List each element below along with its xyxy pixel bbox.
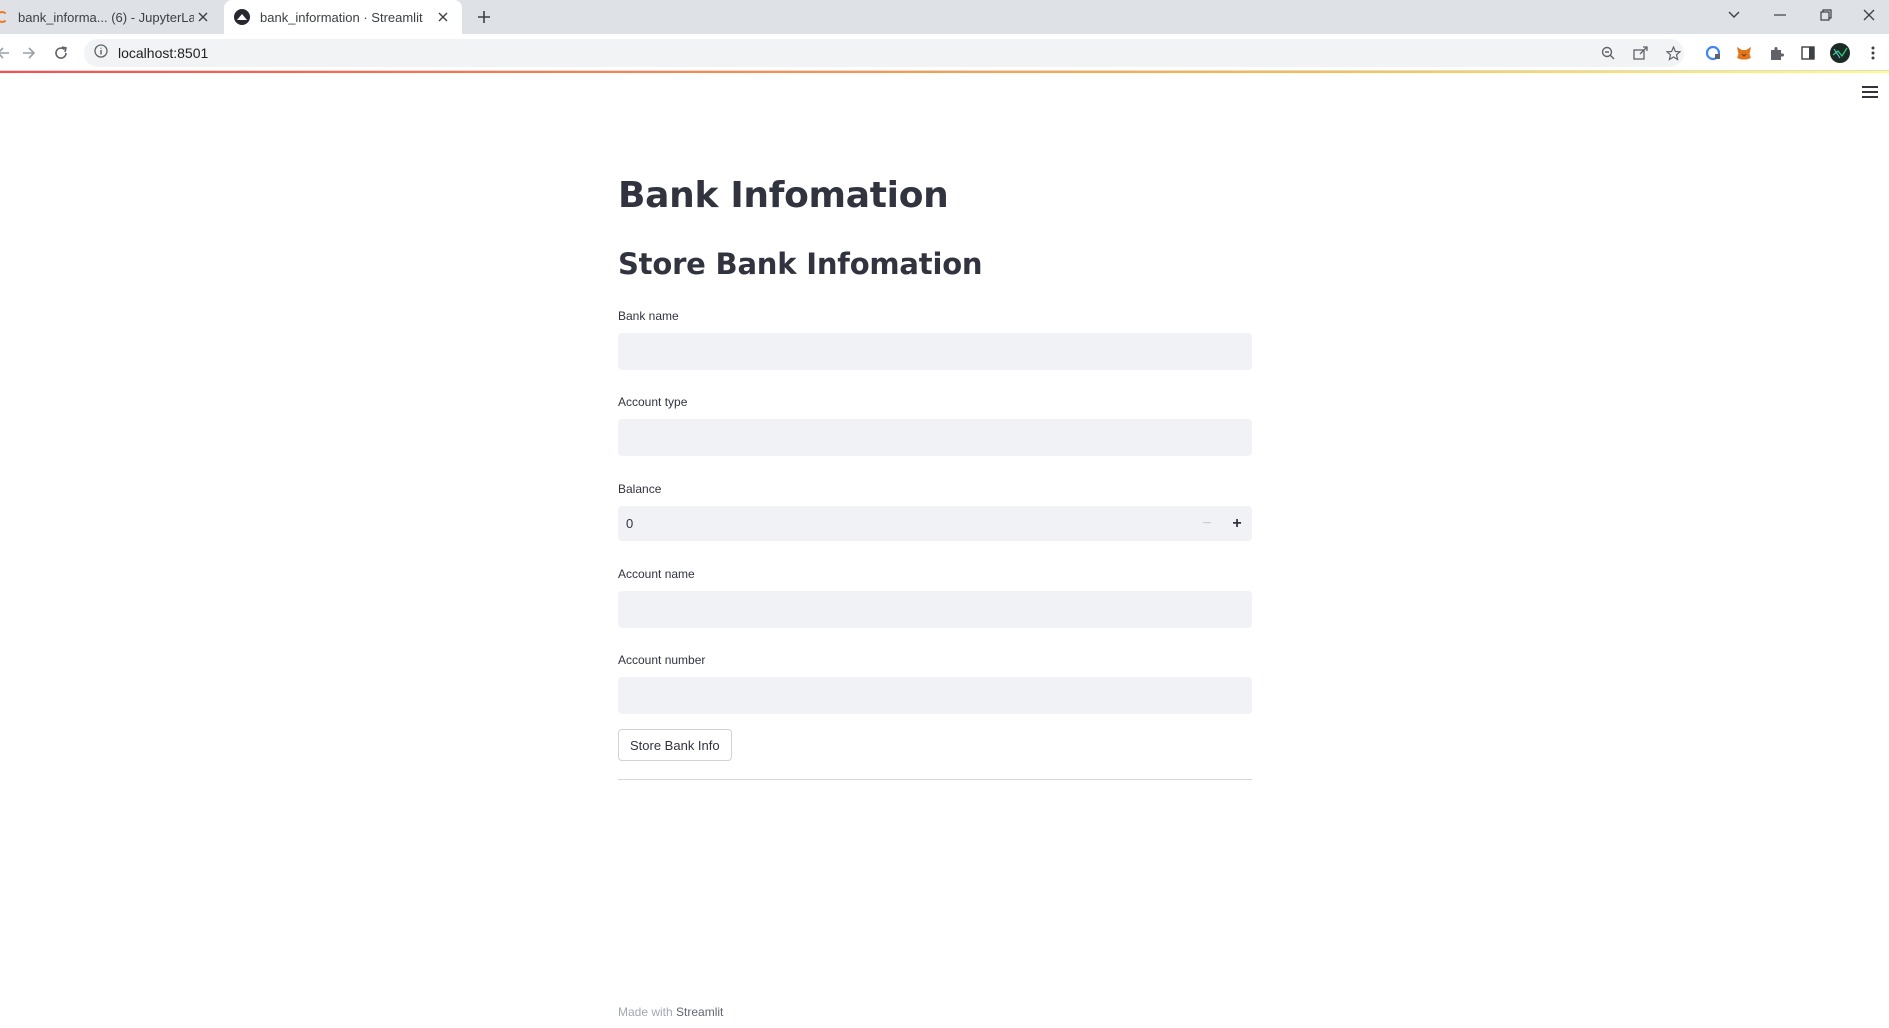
balance-stepper: − + <box>618 506 1252 541</box>
bank-name-input[interactable] <box>618 333 1252 370</box>
browser-tab-bar: bank_informa... (6) - JupyterLab bank_in… <box>0 0 1889 34</box>
side-panel-icon[interactable] <box>1797 42 1819 64</box>
decrement-icon[interactable]: − <box>1192 506 1222 541</box>
account-name-field: Account name <box>618 565 1252 628</box>
bank-name-label: Bank name <box>618 309 679 323</box>
profile-avatar-icon[interactable] <box>1829 42 1851 64</box>
page-subtitle: Store Bank Infomation <box>618 247 983 281</box>
header-decoration <box>0 71 1889 73</box>
account-name-label: Account name <box>618 567 695 581</box>
url-text: localhost:8501 <box>118 45 209 61</box>
tab-title: bank_informa... (6) - JupyterLab <box>18 9 194 25</box>
extension-c-icon[interactable] <box>1702 42 1724 64</box>
main-content: Bank Infomation Store Bank Infomation Ba… <box>618 170 1252 761</box>
streamlit-icon <box>234 9 250 25</box>
new-tab-icon[interactable] <box>474 7 494 27</box>
share-icon[interactable] <box>1630 42 1652 64</box>
tab-streamlit[interactable]: bank_information · Streamlit <box>224 0 462 34</box>
store-bank-info-button[interactable]: Store Bank Info <box>618 729 732 761</box>
tab-jupyterlab[interactable]: bank_informa... (6) - JupyterLab <box>0 0 222 34</box>
footer-streamlit-link[interactable]: Streamlit <box>676 1005 723 1019</box>
close-icon[interactable] <box>194 8 212 26</box>
account-number-label: Account number <box>618 653 706 667</box>
account-type-label: Account type <box>618 395 688 409</box>
close-icon[interactable] <box>434 8 452 26</box>
divider <box>618 779 1252 780</box>
zoom-icon[interactable] <box>1597 42 1619 64</box>
minimize-icon[interactable] <box>1760 0 1800 30</box>
forward-icon[interactable] <box>18 42 40 64</box>
window-close-icon[interactable] <box>1849 0 1889 30</box>
footer-prefix: Made with <box>618 1005 673 1019</box>
balance-input[interactable] <box>618 506 1192 541</box>
bank-name-field: Bank name <box>618 307 1252 370</box>
info-icon[interactable] <box>94 43 108 63</box>
restore-icon[interactable] <box>1806 0 1846 30</box>
tab-title: bank_information · Streamlit <box>260 9 423 25</box>
account-type-input[interactable] <box>618 419 1252 456</box>
back-icon[interactable] <box>0 42 14 64</box>
account-number-input[interactable] <box>618 677 1252 714</box>
account-name-input[interactable] <box>618 591 1252 628</box>
reload-icon[interactable] <box>50 42 72 64</box>
more-menu-icon[interactable] <box>1862 42 1884 64</box>
browser-toolbar: localhost:8501 <box>0 34 1889 71</box>
balance-label: Balance <box>618 482 662 496</box>
address-bar[interactable]: localhost:8501 <box>84 39 1684 67</box>
account-type-field: Account type <box>618 393 1252 456</box>
balance-field: Balance − + <box>618 480 1252 541</box>
bookmark-star-icon[interactable] <box>1662 42 1684 64</box>
page-title: Bank Infomation <box>618 175 949 216</box>
extensions-puzzle-icon[interactable] <box>1765 42 1787 64</box>
increment-icon[interactable]: + <box>1222 506 1252 541</box>
hamburger-menu-icon[interactable] <box>1862 86 1878 100</box>
footer: Made with Streamlit <box>618 1005 723 1019</box>
account-number-field: Account number <box>618 651 1252 714</box>
jupyter-icon <box>0 11 8 23</box>
tab-search-icon[interactable] <box>1714 0 1754 30</box>
metamask-fox-icon[interactable] <box>1733 42 1755 64</box>
